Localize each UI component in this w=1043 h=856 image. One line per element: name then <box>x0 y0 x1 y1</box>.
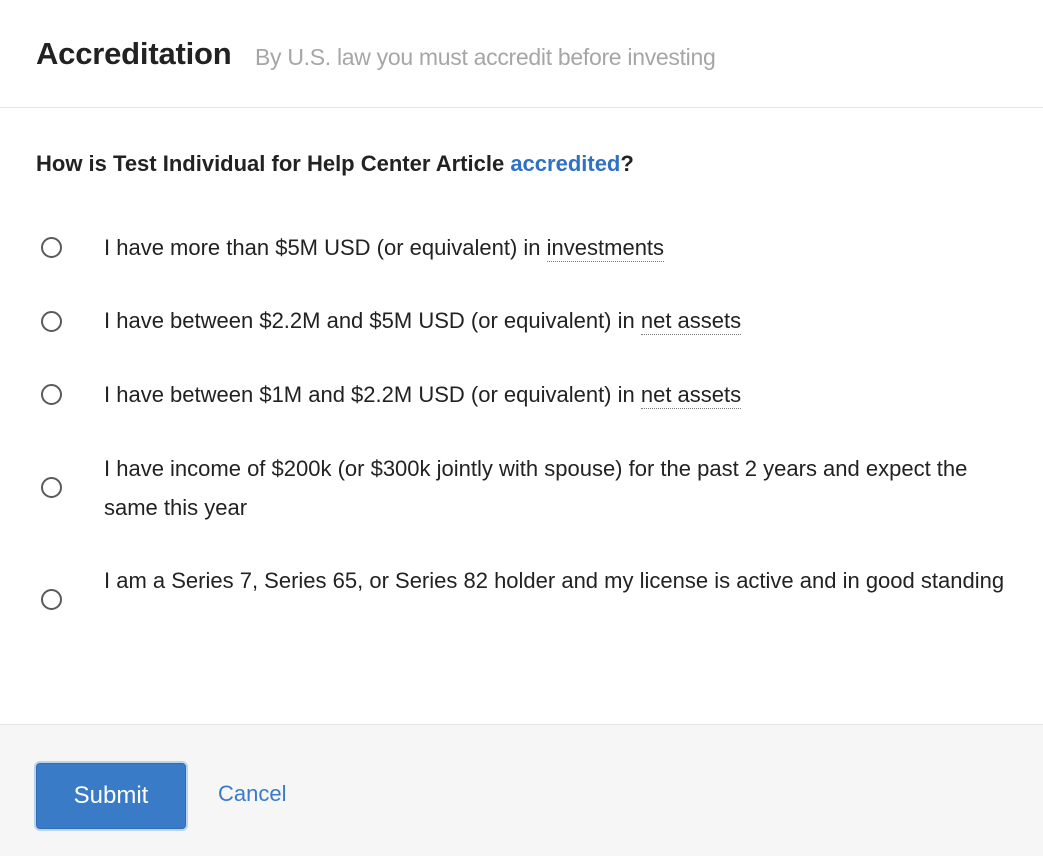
term-net-assets[interactable]: net assets <box>640 382 742 409</box>
option-label: I have more than $5M USD (or equivalent)… <box>104 228 1019 267</box>
term-net-assets[interactable]: net assets <box>640 308 742 335</box>
radio-button[interactable] <box>41 237 62 258</box>
option-label: I have between $2.2M and $5M USD (or equ… <box>104 301 1019 340</box>
modal-header: Accreditation By U.S. law you must accre… <box>0 0 1043 108</box>
accreditation-question: How is Test Individual for Help Center A… <box>36 151 634 177</box>
option-text: I have between $1M and $2.2M USD (or equ… <box>104 382 641 407</box>
radio-button[interactable] <box>41 311 62 332</box>
radio-button[interactable] <box>41 477 62 498</box>
option-label: I am a Series 7, Series 65, or Series 82… <box>104 568 1005 593</box>
option-label: I have between $1M and $2.2M USD (or equ… <box>104 375 1019 414</box>
modal-footer: Submit Cancel <box>0 724 1043 856</box>
term-investments[interactable]: investments <box>546 235 665 262</box>
radio-button[interactable] <box>41 589 62 610</box>
radio-button[interactable] <box>41 384 62 405</box>
option-text: I have more than $5M USD (or equivalent)… <box>104 235 547 260</box>
option-label: I have income of $200k (or $300k jointly… <box>104 456 968 520</box>
accredited-link[interactable]: accredited <box>510 151 620 176</box>
modal-title: Accreditation <box>36 36 232 71</box>
submit-button[interactable]: Submit <box>36 763 186 829</box>
cancel-link[interactable]: Cancel <box>218 781 286 807</box>
question-mark: ? <box>620 151 634 176</box>
modal-subtitle: By U.S. law you must accredit before inv… <box>255 44 716 70</box>
question-text: How is Test Individual for Help Center A… <box>36 151 511 176</box>
option-text: I have between $2.2M and $5M USD (or equ… <box>104 308 641 333</box>
accreditation-modal: Accreditation By U.S. law you must accre… <box>0 0 1043 856</box>
